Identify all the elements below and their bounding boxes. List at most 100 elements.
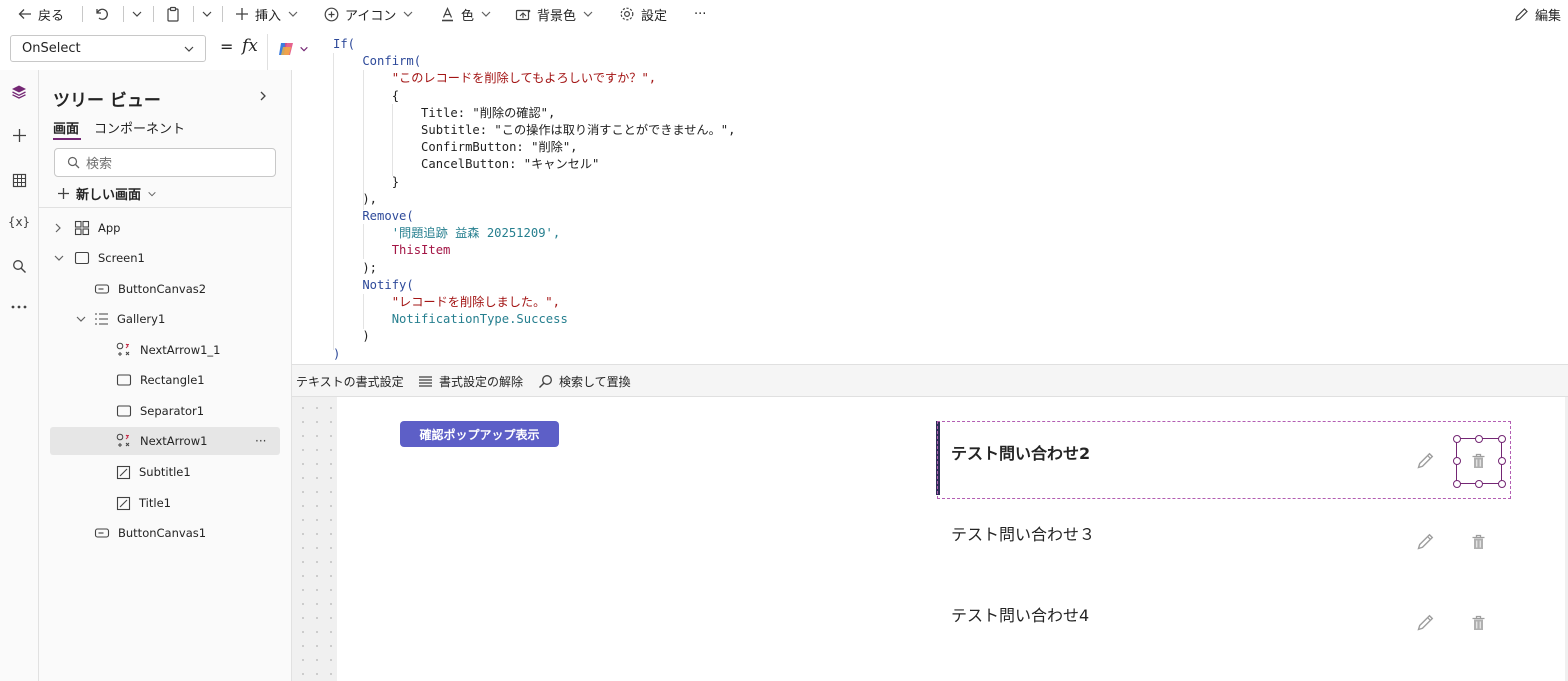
new-screen-button[interactable]: 新しい画面: [57, 184, 157, 203]
chevron-down-icon: [148, 191, 156, 196]
gallery-row-title[interactable]: テスト問い合わせ4: [951, 602, 1089, 626]
chevron-down-icon[interactable]: [54, 254, 66, 262]
circle-plus-icon: [324, 7, 339, 21]
formula-code[interactable]: If( Confirm( "このレコードを削除してもよろしいですか？", { T…: [333, 36, 735, 363]
more-rail-button[interactable]: [8, 296, 30, 318]
code-line-7: ConfirmButton: "削除",: [333, 140, 578, 155]
undo-button[interactable]: [94, 0, 110, 28]
copilot-icon: [279, 43, 293, 55]
plus-icon: [236, 8, 248, 20]
screen-icon: [74, 251, 90, 265]
plus-icon: [58, 188, 69, 199]
left-rail: {x}: [0, 70, 39, 681]
property-dropdown[interactable]: OnSelect: [10, 35, 206, 62]
confirm-popup-button[interactable]: 確認ポップアップ表示: [400, 421, 559, 447]
code-line-4: {: [333, 88, 400, 103]
undo-icon: [96, 8, 108, 20]
tree-node-screen1[interactable]: Screen1: [54, 244, 145, 272]
font-color-icon: [442, 6, 453, 21]
code-line-3: "このレコードを削除してもよろしいですか？",: [333, 71, 657, 86]
pencil-icon[interactable]: [1416, 613, 1435, 632]
code-line-1: If(: [333, 37, 356, 51]
formula-toolbar: テキストの書式設定 書式設定の解除 検索して置換: [267, 364, 1568, 397]
search-rail-button[interactable]: [8, 255, 30, 277]
trash-icon[interactable]: [1471, 615, 1486, 631]
command-bar: 戻る 挿入 アイコン 色 背景色 設定 ··· 編集: [0, 0, 1568, 28]
code-line-18: ): [333, 329, 370, 344]
resize-handle[interactable]: [1497, 479, 1506, 488]
variables-rail-button[interactable]: {x}: [8, 211, 30, 233]
code-line-5: Title: "削除の確認",: [333, 105, 556, 120]
tree-node-nextarrow1[interactable]: NextArrow1 ···: [50, 427, 280, 455]
resize-handle[interactable]: [1452, 457, 1461, 465]
settings-button[interactable]: 設定: [619, 0, 667, 28]
resize-handle[interactable]: [1452, 434, 1461, 443]
resize-handle[interactable]: [1497, 434, 1506, 443]
gallery-row-title[interactable]: テスト問い合わせ2: [951, 440, 1090, 464]
code-line-13: ThisItem: [333, 243, 451, 258]
pencil-icon[interactable]: [1416, 451, 1435, 470]
redo-dropdown[interactable]: [131, 0, 143, 28]
icon-selection-box[interactable]: [1452, 434, 1506, 488]
chevron-right-icon: [260, 91, 266, 101]
find-replace-button[interactable]: 検索して置換: [538, 373, 631, 390]
background-color-button[interactable]: 背景色: [515, 0, 594, 28]
tree-node-nextarrow1-1[interactable]: NextArrow1_1: [116, 336, 220, 364]
tab-screens[interactable]: 画面: [53, 118, 79, 137]
app-icon: [74, 220, 90, 236]
tree-node-app[interactable]: App: [54, 214, 120, 242]
code-line-12: '問題追跡 益森 20251209',: [333, 226, 561, 241]
resize-handle[interactable]: [1452, 479, 1461, 488]
tree-node-buttoncanvas1[interactable]: ButtonCanvas1: [94, 519, 206, 547]
trash-icon[interactable]: [1471, 534, 1486, 550]
gear-icon: [620, 7, 634, 21]
table-icon: [12, 173, 26, 187]
tree-node-buttoncanvas2[interactable]: ButtonCanvas2: [94, 275, 206, 303]
chevron-down-icon: [184, 46, 194, 52]
code-line-2: Confirm(: [333, 54, 422, 69]
tree-search-input[interactable]: 検索: [54, 148, 276, 177]
gallery-row-title[interactable]: テスト問い合わせ３: [951, 521, 1095, 545]
tree-node-subtitle1[interactable]: Subtitle1: [116, 458, 191, 486]
format-text-button[interactable]: テキストの書式設定: [275, 373, 404, 390]
copilot-button[interactable]: [277, 41, 309, 57]
code-line-11: Remove(: [333, 209, 414, 224]
paste-dropdown[interactable]: [201, 0, 213, 28]
code-line-14: );: [333, 260, 378, 275]
paste-button[interactable]: [165, 0, 181, 28]
resize-handle[interactable]: [1475, 434, 1483, 443]
gallery-icon: [95, 313, 108, 325]
pencil-icon[interactable]: [1416, 532, 1435, 551]
formula-editor[interactable]: If( Confirm( "このレコードを削除してもよろしいですか？", { T…: [267, 34, 1568, 364]
collapse-panel-button[interactable]: [258, 90, 268, 102]
insert-button[interactable]: 挿入: [235, 0, 299, 28]
rectangle-icon: [116, 405, 132, 417]
tab-components[interactable]: コンポーネント: [94, 118, 185, 137]
code-line-9: }: [333, 174, 400, 189]
data-rail-button[interactable]: [8, 169, 30, 191]
tree-node-separator1[interactable]: Separator1: [116, 397, 204, 425]
divider: [39, 207, 291, 208]
chevron-right-icon[interactable]: [54, 223, 66, 233]
resize-handle[interactable]: [1497, 457, 1506, 465]
node-more-button[interactable]: ···: [255, 434, 266, 448]
edit-button[interactable]: 編集: [1514, 0, 1561, 28]
search-icon: [539, 375, 552, 388]
tree-node-rectangle1[interactable]: Rectangle1: [116, 366, 205, 394]
remove-formatting-button[interactable]: 書式設定の解除: [418, 373, 523, 390]
chevron-down-icon[interactable]: [76, 315, 88, 323]
resize-handle[interactable]: [1475, 479, 1483, 488]
tree-node-title1[interactable]: Title1: [116, 489, 171, 517]
more-button[interactable]: ···: [694, 0, 706, 28]
icon-button[interactable]: アイコン: [324, 0, 414, 28]
code-line-19: ): [333, 346, 341, 361]
tree-view-rail-button[interactable]: [8, 81, 30, 103]
insert-rail-button[interactable]: [8, 124, 30, 146]
code-line-6: Subtitle: "この操作は取り消すことができません。",: [333, 123, 736, 138]
equals-sign: =: [220, 37, 234, 56]
tree-node-gallery1[interactable]: Gallery1: [76, 305, 165, 333]
layers-icon: [12, 85, 26, 99]
color-button[interactable]: 色: [440, 0, 492, 28]
button-icon: [94, 284, 110, 294]
back-button[interactable]: 戻る: [18, 0, 64, 28]
